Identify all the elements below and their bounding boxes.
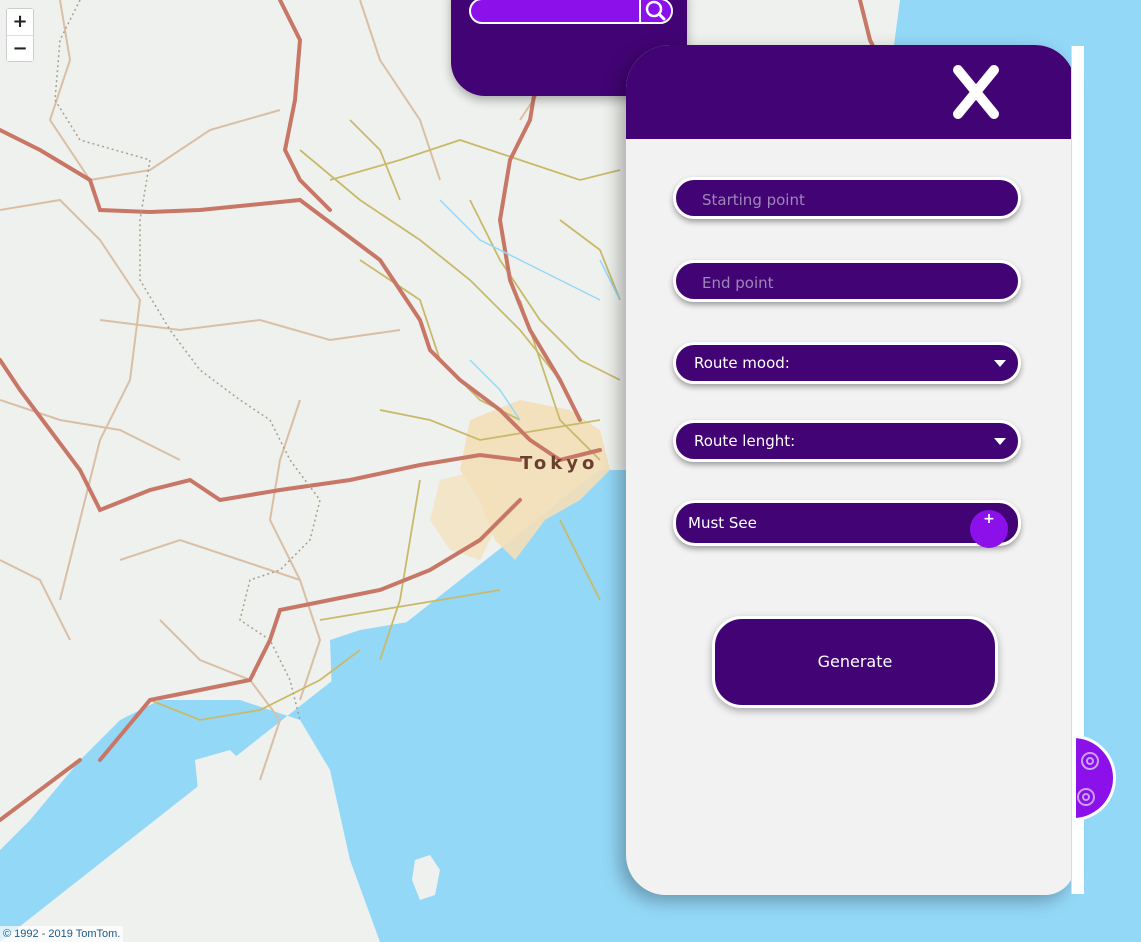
search-icon [645, 0, 666, 21]
close-icon[interactable] [951, 63, 1001, 121]
must-see-label: Must See [688, 514, 757, 532]
route-panel-header [626, 45, 1075, 139]
search-button[interactable] [639, 0, 671, 22]
generate-button[interactable]: Generate [712, 616, 998, 708]
end-point-field[interactable] [673, 260, 1021, 302]
route-panel [626, 45, 1075, 895]
route-mood-select[interactable]: Route mood: [673, 342, 1021, 384]
map-city-label: Tokyo [520, 453, 598, 474]
starting-point-input[interactable] [700, 189, 1004, 211]
zoom-out-button[interactable]: − [7, 35, 33, 61]
route-length-label: Route lenght: [694, 432, 796, 450]
settings-button[interactable] [1076, 735, 1118, 823]
map-attribution: © 1992 - 2019 TomTom. [0, 926, 124, 942]
chevron-down-icon [994, 438, 1006, 445]
zoom-in-button[interactable]: + [7, 9, 33, 35]
search-input[interactable] [469, 0, 673, 24]
starting-point-field[interactable] [673, 177, 1021, 219]
chevron-down-icon [994, 360, 1006, 367]
route-length-select[interactable]: Route lenght: [673, 420, 1021, 462]
gear-icon [1077, 752, 1099, 806]
end-point-input[interactable] [700, 272, 1004, 294]
add-must-see-button[interactable]: + [970, 510, 1008, 548]
zoom-control: + − [6, 8, 34, 62]
must-see-field[interactable]: Must See + [673, 500, 1021, 548]
route-mood-label: Route mood: [694, 354, 790, 372]
